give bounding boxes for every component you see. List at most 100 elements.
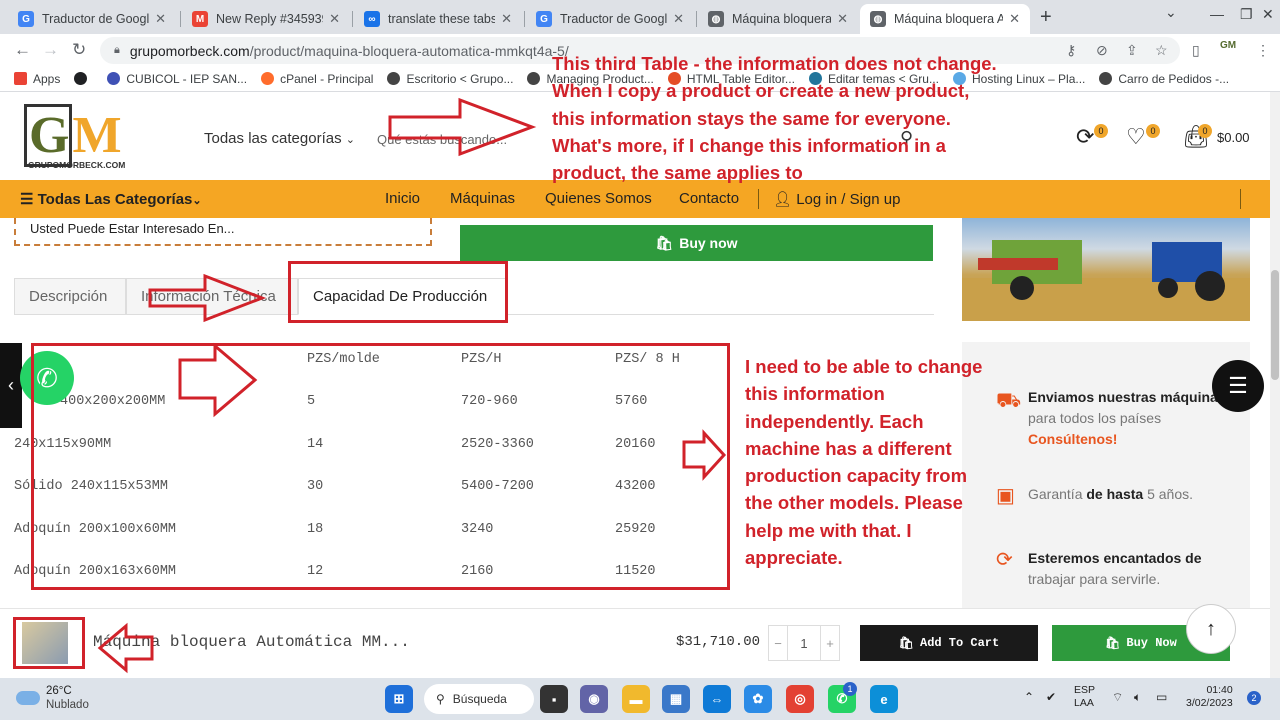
google-translate-icon: G [536, 11, 552, 27]
taskbar-search[interactable]: ⚲ Búsqueda [424, 684, 534, 714]
close-tab-icon[interactable]: ✕ [155, 11, 166, 27]
buy-now-button[interactable]: 🛍︎ Buy now [460, 225, 933, 261]
bookmark-apps[interactable]: Apps [14, 72, 60, 86]
profile-avatar[interactable]: GM [1220, 40, 1242, 58]
browser-tab[interactable]: G Traductor de Google ✕ [526, 4, 694, 34]
close-tab-icon[interactable]: ✕ [673, 11, 684, 27]
edge-icon[interactable]: e [870, 685, 898, 713]
share-icon[interactable]: ⇪ [1126, 42, 1138, 59]
bag-icon: 🛍︎ [898, 636, 914, 651]
bookmark-item[interactable]: cPanel - Principal [261, 72, 373, 86]
battery-icon[interactable]: ▭ [1156, 690, 1167, 704]
lock-icon[interactable]: 🔒︎ [114, 44, 120, 57]
photos-icon[interactable]: ✿ [744, 685, 772, 713]
categories-dropdown[interactable]: Todas las categorías ⌄ [204, 130, 355, 147]
wishlist-badge: 0 [1146, 124, 1160, 138]
browser-tab-strip: G Traductor de Google ✕ M New Reply #345… [0, 0, 1280, 34]
key-icon[interactable]: ⚷ [1066, 42, 1076, 59]
quantity-stepper[interactable]: − 1 + [768, 625, 840, 661]
weather-widget[interactable]: 26°C Nublado [16, 684, 89, 712]
apps-grid-icon [14, 72, 27, 85]
nav-inicio[interactable]: Inicio [385, 190, 420, 207]
restore-button[interactable]: ❐ [1240, 6, 1253, 23]
compare-icon[interactable]: ⟳ [1076, 124, 1094, 150]
tab-informacion-tecnica[interactable]: Información Técnica [126, 278, 298, 315]
close-tab-icon[interactable]: ✕ [329, 11, 340, 27]
bookmark-item[interactable]: Carro de Pedidos -... [1099, 72, 1229, 86]
browser-tab[interactable]: G Traductor de Google ✕ [8, 4, 176, 34]
all-categories-menu[interactable]: ☰ Todas Las Categorías⌄ [20, 190, 202, 208]
store-icon[interactable]: ▦ [662, 685, 690, 713]
back-arrow-icon[interactable]: ← [14, 40, 31, 60]
bag-icon: 🛍︎ [655, 234, 674, 251]
globe-icon: ◍ [708, 11, 724, 27]
annotation-box-tab [288, 261, 508, 323]
kebab-menu-icon[interactable]: ⋮ [1256, 42, 1270, 59]
tray-chevron-icon[interactable]: ⌃ [1024, 690, 1034, 704]
decrease-button[interactable]: − [769, 626, 787, 660]
menu-fab-button[interactable]: ☰ [1212, 360, 1264, 412]
close-window-button[interactable]: ✕ [1262, 6, 1274, 23]
file-explorer-icon[interactable]: ▬ [622, 685, 650, 713]
task-view-icon[interactable]: ▪ [540, 685, 568, 713]
language-indicator[interactable]: ESP LAA [1074, 684, 1095, 710]
login-link[interactable]: 👤︎ Log in / Sign up [773, 190, 900, 208]
teams-icon[interactable]: ◉ [580, 685, 608, 713]
browser-tab[interactable]: ∞ translate these tabs o ✕ [354, 4, 522, 34]
volume-icon[interactable]: 🔈︎ [1134, 690, 1141, 705]
clock[interactable]: 01:40 3/02/2023 [1186, 684, 1233, 710]
refresh-icon: ⟳ [996, 549, 1013, 571]
cart-total[interactable]: $0.00 [1217, 130, 1250, 145]
scrollbar-thumb[interactable] [1271, 270, 1279, 380]
browser-tab-active[interactable]: ◍ Máquina bloquera Au ✕ [860, 4, 1030, 34]
annotation-note-right: I need to be able to change this informa… [745, 356, 983, 569]
tab-descripcion[interactable]: Descripción [14, 278, 126, 315]
globe-icon [1099, 72, 1113, 85]
slide-prev-button[interactable]: ‹ [0, 343, 22, 428]
scroll-to-top-button[interactable]: ↑ [1186, 604, 1236, 654]
close-tab-icon[interactable]: ✕ [501, 11, 512, 27]
forward-arrow-icon[interactable]: → [42, 40, 59, 60]
chevron-down-icon: ⌄ [192, 195, 202, 207]
page-scrollbar[interactable] [1270, 92, 1280, 678]
annotation-note-top: This third Table - the information does … [552, 53, 997, 184]
chevron-down-icon[interactable]: ⌄ [1165, 4, 1177, 21]
nav-contacto[interactable]: Contacto [679, 190, 739, 207]
quantity-input[interactable]: 1 [787, 626, 821, 660]
norton-icon[interactable]: ✔ [1046, 690, 1056, 704]
teamviewer-icon[interactable]: ⇔ [703, 685, 731, 713]
bookmark-item[interactable]: Escritorio < Grupo... [387, 72, 513, 86]
heart-icon[interactable]: ♡ [1126, 124, 1146, 150]
cart-badge: 0 [1198, 124, 1212, 138]
reload-icon[interactable]: ↻ [72, 40, 86, 60]
globe-icon: ◍ [870, 11, 886, 27]
bag-icon: 🛍︎ [1105, 636, 1121, 651]
site-logo[interactable]: GM GRUPOMORBECK.COM [24, 104, 144, 172]
close-tab-icon[interactable]: ✕ [837, 11, 848, 27]
search-input[interactable]: Qué estás buscando... [377, 132, 507, 147]
bookmark-item[interactable]: CUBICOL - IEP SAN... [107, 72, 247, 86]
minimize-button[interactable]: — [1210, 6, 1224, 22]
nav-quienes-somos[interactable]: Quienes Somos [545, 190, 652, 207]
globe-icon [387, 72, 401, 85]
windows-taskbar: 26°C Nublado ⊞ ⚲ Búsqueda ▪ ◉ ▬ ▦ ⇔ ✿ ◎ ✆… [0, 678, 1280, 720]
nav-maquinas[interactable]: Máquinas [450, 190, 515, 207]
side-panel-icon[interactable]: ▯ [1192, 42, 1200, 59]
wifi-icon[interactable]: ⌔ [1112, 690, 1123, 705]
notification-badge[interactable]: 2 [1247, 691, 1261, 705]
chrome-icon[interactable]: ◎ [786, 685, 814, 713]
chevron-left-icon: ‹ [8, 375, 14, 395]
browser-tab[interactable]: ◍ Máquina bloquera Au ✕ [698, 4, 858, 34]
annotation-box-table [31, 343, 730, 590]
browser-tab[interactable]: M New Reply #345939: T ✕ [182, 4, 350, 34]
truck-icon: ⛟ [996, 390, 1022, 412]
eye-off-icon[interactable]: ⊘ [1096, 42, 1108, 59]
new-tab-button[interactable]: + [1040, 6, 1052, 29]
windows-start-icon[interactable]: ⊞ [385, 685, 413, 713]
bookmark-item[interactable] [74, 72, 93, 85]
add-to-cart-button[interactable]: 🛍︎ Add To Cart [860, 625, 1038, 661]
related-products-box[interactable]: Usted Puede Estar Interesado En... [14, 218, 432, 246]
close-tab-icon[interactable]: ✕ [1009, 11, 1020, 27]
star-icon[interactable]: ☆ [1155, 42, 1168, 59]
increase-button[interactable]: + [821, 626, 839, 660]
